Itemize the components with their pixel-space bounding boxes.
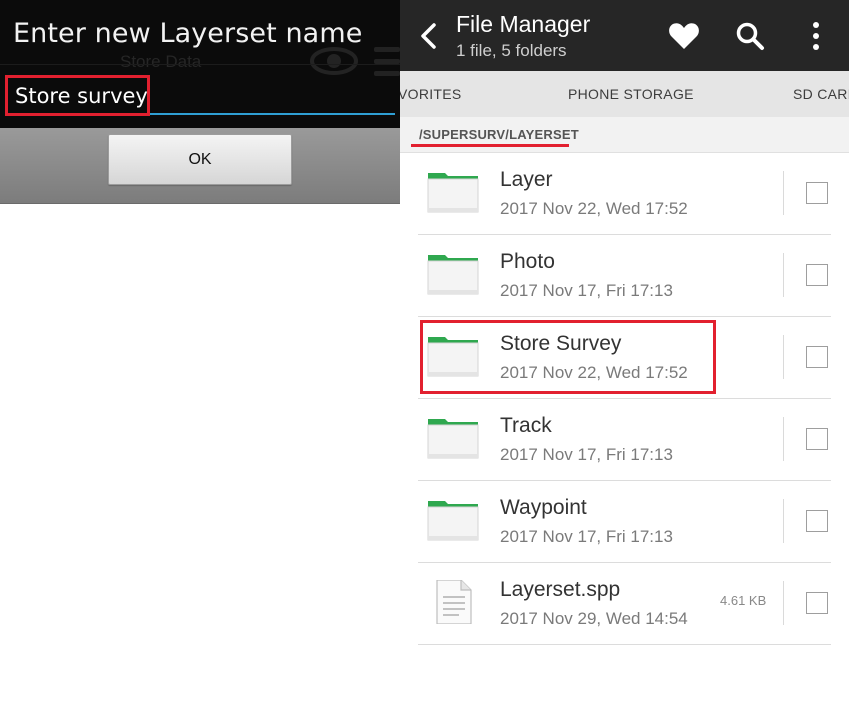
file-list-item[interactable]: Layer 2017 Nov 22, Wed 17:52 — [418, 153, 831, 235]
current-path: /SUPERSURV/LAYERSET — [419, 127, 579, 142]
item-date: 2017 Nov 22, Wed 17:52 — [500, 199, 688, 218]
tab-phone-storage[interactable]: PHONE STORAGE — [568, 86, 694, 102]
row-divider — [783, 417, 784, 461]
item-checkbox[interactable] — [806, 264, 828, 286]
row-divider — [783, 335, 784, 379]
item-checkbox[interactable] — [806, 346, 828, 368]
item-date: 2017 Nov 22, Wed 17:52 — [500, 363, 688, 382]
background-menu-icon — [374, 47, 400, 77]
item-name: Layer — [500, 168, 553, 191]
item-checkbox[interactable] — [806, 182, 828, 204]
item-size: 4.61 KB — [720, 593, 767, 608]
row-divider — [783, 253, 784, 297]
more-vertical-icon[interactable] — [810, 21, 822, 51]
row-divider — [783, 581, 784, 625]
row-divider — [783, 499, 784, 543]
path-bar: /SUPERSURV/LAYERSET — [400, 117, 849, 153]
file-list-item[interactable]: Track 2017 Nov 17, Fri 17:13 — [418, 399, 831, 481]
item-date: 2017 Nov 17, Fri 17:13 — [500, 527, 673, 546]
input-annotation-box — [5, 75, 150, 116]
app-bar: File Manager 1 file, 5 folders — [400, 0, 849, 71]
file-list-item[interactable]: Store Survey 2017 Nov 22, Wed 17:52 — [418, 317, 831, 399]
app-title: File Manager — [456, 11, 591, 37]
file-list-item[interactable]: Waypoint 2017 Nov 17, Fri 17:13 — [418, 481, 831, 563]
eye-icon — [310, 47, 358, 75]
file-list-item[interactable]: Layerset.spp 2017 Nov 29, Wed 14:54 4.61 K… — [418, 563, 831, 645]
item-name: Photo — [500, 250, 555, 273]
background-divider — [0, 64, 400, 65]
file-list: Layer 2017 Nov 22, Wed 17:52 Photo 2017 Nov… — [418, 153, 831, 645]
path-annotation-underline — [411, 144, 569, 147]
folder-icon — [427, 416, 479, 460]
folder-icon — [427, 252, 479, 296]
file-manager-screen: File Manager 1 file, 5 folders VORITES P… — [400, 0, 849, 710]
folder-icon — [427, 498, 479, 542]
row-divider — [783, 171, 784, 215]
item-checkbox[interactable] — [806, 428, 828, 450]
document-icon — [427, 579, 479, 625]
folder-icon — [427, 334, 479, 378]
item-name: Waypoint — [500, 496, 587, 519]
tab-favorites[interactable]: VORITES — [400, 86, 462, 102]
background-screen-text: Store Data — [120, 52, 202, 71]
item-name: Layerset.spp — [500, 578, 621, 601]
dialog-title: Enter new Layerset name — [13, 18, 363, 49]
item-checkbox[interactable] — [806, 510, 828, 532]
dialog-header: Store Data Enter new Layerset name Store… — [0, 0, 400, 128]
dialog-button-bar: OK — [0, 128, 400, 204]
item-date: 2017 Nov 29, Wed 14:54 — [500, 609, 688, 628]
item-date: 2017 Nov 17, Fri 17:13 — [500, 281, 673, 300]
file-list-item[interactable]: Photo 2017 Nov 17, Fri 17:13 — [418, 235, 831, 317]
back-arrow-icon[interactable] — [418, 22, 440, 50]
tab-sd-card[interactable]: SD CARD — [793, 86, 849, 102]
search-icon[interactable] — [735, 21, 765, 51]
storage-tabs: VORITES PHONE STORAGE SD CARD — [400, 71, 849, 117]
app-subtitle: 1 file, 5 folders — [456, 41, 567, 60]
layerset-dialog-screen: Store Data Enter new Layerset name Store… — [0, 0, 400, 710]
item-name: Store Survey — [500, 332, 622, 355]
heart-icon[interactable] — [668, 22, 700, 50]
item-name: Track — [500, 414, 552, 437]
item-date: 2017 Nov 17, Fri 17:13 — [500, 445, 673, 464]
ok-button[interactable]: OK — [108, 134, 292, 185]
item-checkbox[interactable] — [806, 592, 828, 614]
folder-icon — [427, 170, 479, 214]
